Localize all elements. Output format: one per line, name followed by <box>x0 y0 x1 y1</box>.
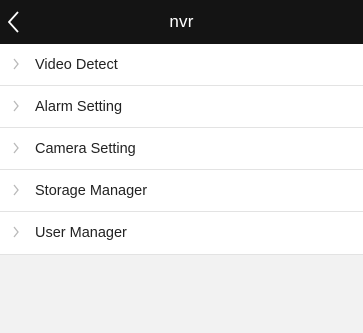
page-title: nvr <box>169 12 194 31</box>
chevron-right-icon <box>13 184 19 196</box>
menu-item-storage-manager[interactable]: Storage Manager <box>0 170 363 212</box>
top-bar: nvr <box>0 0 363 44</box>
menu-item-video-detect[interactable]: Video Detect <box>0 44 363 86</box>
chevron-right-icon <box>13 142 19 154</box>
menu-item-alarm-setting[interactable]: Alarm Setting <box>0 86 363 128</box>
chevron-right-icon <box>13 226 19 238</box>
menu-item-camera-setting[interactable]: Camera Setting <box>0 128 363 170</box>
menu-item-label: Camera Setting <box>35 141 136 157</box>
chevron-right-icon <box>13 58 19 70</box>
settings-menu: Video Detect Alarm Setting Camera Settin… <box>0 44 363 255</box>
menu-item-label: User Manager <box>35 225 127 241</box>
menu-item-label: Video Detect <box>35 57 118 73</box>
menu-item-user-manager[interactable]: User Manager <box>0 212 363 255</box>
chevron-right-icon <box>13 100 19 112</box>
menu-item-label: Storage Manager <box>35 183 148 199</box>
menu-item-label: Alarm Setting <box>35 99 123 115</box>
